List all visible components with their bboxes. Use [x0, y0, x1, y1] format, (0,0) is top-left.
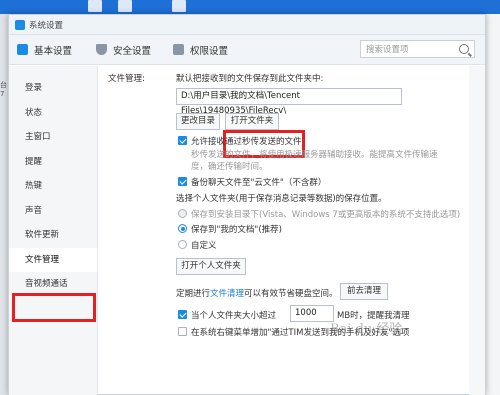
- size-limit-checkbox[interactable]: [178, 310, 187, 319]
- sidebar: 登录 状态 主窗口 提醒 热键 声音 软件更新 文件管理 音视频通话: [9, 66, 98, 395]
- desktop-text-fragment: 台7: [0, 81, 7, 98]
- radio-custom-label: 自定义: [191, 241, 217, 251]
- qq-logo-icon: [15, 19, 25, 30]
- radio-custom[interactable]: [178, 240, 187, 249]
- sidebar-item-software-update[interactable]: 软件更新: [9, 223, 97, 248]
- allow-accel-checkbox[interactable]: [178, 136, 187, 145]
- tab-bar: 基本设置 安全设置 权限设置 搜索设置项: [9, 35, 485, 65]
- periodic-suffix: 可以有效节省硬盘空间。: [244, 289, 338, 299]
- radio-install-dir[interactable]: [178, 209, 187, 218]
- backup-checkbox[interactable]: [178, 177, 187, 186]
- section-label: 文件管理:: [108, 74, 145, 84]
- desktop-icon: [88, 0, 102, 12]
- shield-icon: [96, 44, 108, 55]
- size-limit-input[interactable]: 1000: [290, 305, 334, 322]
- desktop-right-edge: [486, 14, 500, 395]
- allow-accel-label: 允许接收通过秒传发送的文件: [191, 137, 302, 147]
- backup-label: 备份聊天文件至"云文件"（不含群）: [191, 178, 327, 188]
- sidebar-item-av-call[interactable]: 音视频通话: [9, 272, 97, 297]
- sidebar-item-hotkey[interactable]: 热键: [9, 174, 97, 199]
- tab-label: 基本设置: [34, 45, 73, 57]
- title-bar[interactable]: 系统设置: [9, 15, 485, 35]
- lock-icon: [173, 44, 185, 55]
- desktop-icon: [118, 0, 132, 12]
- desktop-left-edge: 台7: [0, 14, 8, 395]
- radio-my-docs-label: 保存到"我的文档"(推荐): [191, 225, 282, 235]
- search-icon[interactable]: [459, 44, 469, 54]
- annotation-highlight-box: [12, 293, 96, 322]
- choose-personal-label: 选择个人文件夹(用于保存消息记录等数据)的保存位置。: [176, 194, 387, 204]
- periodic-clean-text: 定期进行文件清理可以有效节省硬盘空间。: [176, 287, 338, 299]
- sidebar-item-main-window[interactable]: 主窗口: [9, 125, 97, 150]
- default-save-label: 默认把接收到的文件保存到此文件夹中:: [176, 74, 324, 84]
- settings-window: 系统设置 基本设置 安全设置 权限设置 搜索设置项 登录 状态 主窗口 提醒 热…: [8, 14, 486, 395]
- search-placeholder: 搜索设置项: [366, 45, 409, 55]
- tab-basic-settings[interactable]: 基本设置: [13, 35, 78, 65]
- sidebar-item-status[interactable]: 状态: [9, 101, 97, 126]
- scrollbar[interactable]: [469, 66, 485, 395]
- open-folder-button[interactable]: 打开文件夹: [225, 113, 279, 130]
- desktop-taskbar: [0, 0, 500, 14]
- window-title: 系统设置: [29, 20, 64, 31]
- tab-label: 安全设置: [113, 45, 152, 57]
- save-path-field[interactable]: D:\用户目录\我的文档\Tencent Files\19480935\File…: [176, 88, 402, 116]
- qq-logo-icon: [17, 44, 28, 55]
- sidebar-item-reminder[interactable]: 提醒: [9, 150, 97, 175]
- search-input[interactable]: 搜索设置项: [360, 40, 475, 58]
- watermark: Bai du 经验: [330, 322, 403, 337]
- size-limit-prefix: 当个人文件夹大小超过: [191, 311, 277, 321]
- periodic-prefix: 定期进行: [176, 289, 211, 299]
- radio-my-docs[interactable]: [178, 224, 187, 233]
- tab-label: 权限设置: [190, 45, 229, 57]
- context-menu-checkbox[interactable]: [178, 327, 187, 336]
- go-clean-button[interactable]: 前去清理: [340, 283, 388, 300]
- file-management-panel: 文件管理: 默认把接收到的文件保存到此文件夹中: D:\用户目录\我的文档\Te…: [99, 66, 467, 395]
- sidebar-item-sound[interactable]: 声音: [9, 199, 97, 224]
- radio-install-dir-label: 保存到安装目录下(Vista、Windows 7或更高版本的系统不支持此选项): [191, 210, 461, 220]
- allow-accel-desc: 秒传发送的文件，将使用极速服务器辅助接收。能提高文件传输速: [191, 150, 438, 160]
- file-cleanup-link[interactable]: 文件清理: [210, 289, 244, 299]
- sidebar-item-login[interactable]: 登录: [9, 76, 97, 101]
- tab-permission-settings[interactable]: 权限设置: [167, 35, 234, 65]
- sidebar-item-file-management[interactable]: 文件管理: [9, 247, 97, 272]
- desktop-icon: [172, 0, 186, 12]
- allow-accel-desc: 度，确还传输时间。: [191, 162, 268, 172]
- open-personal-folder-button[interactable]: 打开个人文件夹: [176, 258, 246, 275]
- change-dir-button[interactable]: 更改目录: [176, 113, 220, 130]
- tab-security-settings[interactable]: 安全设置: [90, 35, 157, 65]
